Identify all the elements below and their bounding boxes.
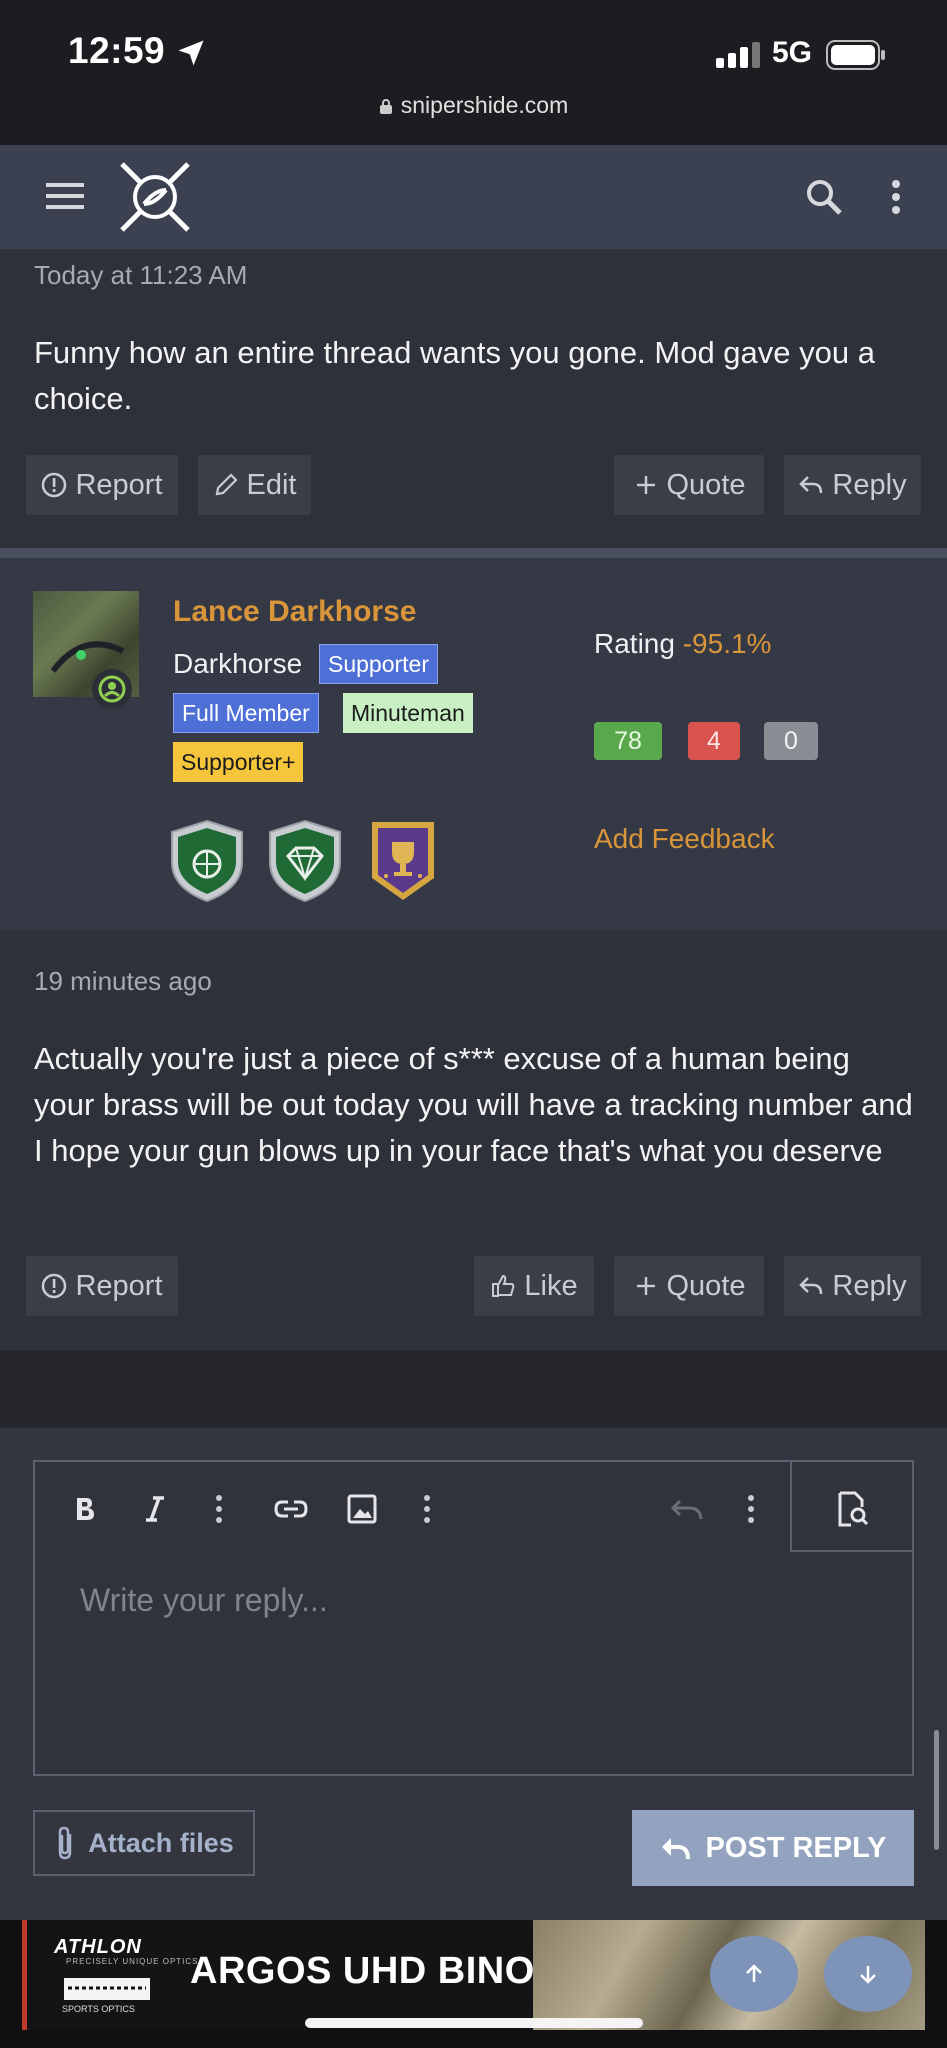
reply-icon [662,1838,691,1860]
hamburger-icon[interactable] [46,182,84,210]
report-icon [42,1273,67,1299]
reply-label: Reply [832,1269,907,1302]
post-separator [0,548,947,558]
edit-button[interactable]: Edit [198,455,311,515]
lock-icon [379,99,392,114]
url-bar[interactable]: snipershide.com [0,92,947,119]
italic-button[interactable] [138,1492,172,1526]
report-button[interactable]: Report [26,1256,178,1316]
rating-label: Rating [594,628,675,659]
status-bar [0,0,947,145]
link-button[interactable] [274,1492,308,1526]
plus-icon [636,1277,655,1295]
reply-label: Reply [832,468,907,501]
battery-icon [826,40,885,70]
plus-icon [636,476,655,494]
reply-button[interactable]: Reply [784,1256,921,1316]
undo-icon [670,1499,703,1520]
url-text: snipershide.com [400,92,569,118]
bold-icon [77,1498,94,1520]
arrow-down-icon [860,1966,876,1984]
edit-label: Edit [246,468,297,501]
post-2-timestamp[interactable]: 19 minutes ago [34,966,212,997]
section-divider [0,1350,947,1428]
network-label: 5G [772,36,813,69]
image-button[interactable] [345,1492,379,1526]
report-label: Report [75,468,163,501]
supporter-badge: Supporter [319,644,439,684]
preview-icon [838,1491,869,1527]
user-title: Darkhorse [173,648,303,679]
like-label: Like [524,1269,578,1302]
kebab-icon [748,1495,754,1523]
ad-partner-text: SPORTS OPTICS [62,2004,135,2014]
attach-files-label: Attach files [88,1827,234,1858]
rating: Rating -95.1% [594,628,771,660]
cup-trophy-icon[interactable] [362,818,444,904]
positive-feedback-count[interactable]: 78 [594,722,662,760]
quote-button[interactable]: Quote [614,1256,764,1316]
sports-optics-logo [64,1978,150,2000]
report-label: Report [75,1269,163,1302]
link-icon [274,1500,308,1518]
diamond-trophy-icon[interactable] [264,818,346,904]
post-2-message: Actually you're just a piece of s*** exc… [34,1041,913,1168]
reply-placeholder[interactable]: Write your reply... [80,1582,328,1619]
supporter-plus-badge: Supporter+ [173,742,304,782]
post-1-message: Funny how an entire thread wants you gon… [34,335,875,416]
search-icon[interactable] [805,178,843,216]
arrow-up-icon [746,1964,762,1982]
attach-files-button[interactable]: Attach files [33,1810,255,1876]
paperclip-icon [58,1826,72,1860]
bold-button[interactable] [68,1492,102,1526]
signal-icon [716,42,760,68]
post-reply-button[interactable]: POST REPLY [632,1810,914,1886]
username[interactable]: Lance Darkhorse [173,595,416,629]
reply-icon [799,476,823,494]
edit-icon [215,473,238,496]
preview-button[interactable] [836,1491,870,1527]
quote-label: Quote [666,1269,746,1302]
report-button[interactable]: Report [26,455,178,515]
ad-headline: ARGOS UHD BINOS [190,1950,561,1992]
online-status-icon [92,669,132,709]
reply-icon [799,1277,823,1295]
neutral-feedback-count[interactable]: 0 [764,722,818,760]
quote-button[interactable]: Quote [614,455,764,515]
more-editor-options-button[interactable] [734,1492,768,1526]
post-1-timestamp[interactable]: Today at 11:23 AM [34,260,247,291]
status-time: 12:59 [68,30,166,71]
minuteman-badge: Minuteman [343,693,473,733]
image-icon [347,1494,377,1524]
add-feedback-link[interactable]: Add Feedback [594,823,775,855]
quote-label: Quote [666,468,746,501]
reply-button[interactable]: Reply [784,455,921,515]
location-arrow-icon [178,40,204,66]
ad-brand-sub: PRECISELY UNIQUE OPTICS [66,1957,199,1966]
like-icon [492,1274,515,1297]
like-button[interactable]: Like [474,1256,594,1316]
kebab-icon [216,1495,222,1523]
kebab-icon [424,1495,430,1523]
scroll-down-button[interactable] [824,1936,912,2012]
more-insert-options-button[interactable] [410,1492,444,1526]
grenade-trophy-icon[interactable] [166,818,248,904]
kebab-icon[interactable] [884,178,908,216]
scroll-up-button[interactable] [710,1936,798,2012]
report-icon [42,472,67,498]
rating-value: -95.1% [682,628,772,659]
ad-brand-logo: ATHLON [54,1936,142,1958]
italic-icon [146,1496,164,1522]
more-text-options-button[interactable] [202,1492,236,1526]
scrollbar[interactable] [934,1730,939,1850]
negative-feedback-count[interactable]: 4 [688,722,740,760]
undo-button[interactable] [670,1492,704,1526]
site-logo[interactable] [116,160,194,234]
post-reply-label: POST REPLY [705,1831,887,1864]
full-member-badge: Full Member [173,693,319,733]
home-indicator[interactable] [305,2018,643,2028]
